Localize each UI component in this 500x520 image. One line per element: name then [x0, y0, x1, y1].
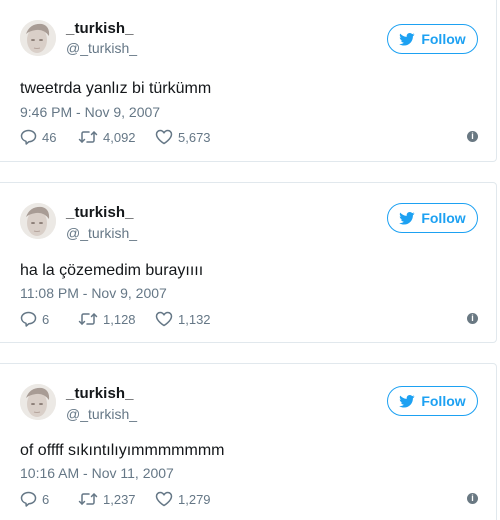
- tweet-actions: 6 1,128 1,132 i: [20, 311, 478, 331]
- info-icon[interactable]: i: [467, 493, 478, 504]
- heart-icon: [155, 311, 173, 327]
- follow-label: Follow: [421, 210, 466, 226]
- user-handle[interactable]: @_turkish_: [66, 406, 137, 422]
- reply-count: 6: [42, 491, 50, 507]
- follow-button[interactable]: Follow: [387, 24, 478, 54]
- retweet-icon: [78, 491, 98, 507]
- display-name[interactable]: _turkish_: [66, 20, 134, 37]
- reply-button[interactable]: 6: [20, 491, 49, 507]
- follow-label: Follow: [421, 31, 466, 47]
- like-button[interactable]: 1,279: [155, 491, 211, 507]
- tweet-card[interactable]: _turkish_ @_turkish_ Follow of offff sık…: [0, 363, 497, 520]
- reply-button[interactable]: 46: [20, 129, 56, 145]
- retweet-icon: [78, 129, 98, 145]
- heart-icon: [155, 491, 173, 507]
- retweet-count: 4,092: [103, 129, 136, 145]
- follow-label: Follow: [421, 393, 466, 409]
- avatar[interactable]: [20, 384, 56, 420]
- like-count: 1,279: [178, 491, 211, 507]
- retweet-count: 1,237: [103, 491, 136, 507]
- follow-button[interactable]: Follow: [387, 386, 478, 416]
- tweet-card[interactable]: _turkish_ @_turkish_ Follow tweetrda yan…: [0, 0, 497, 162]
- like-button[interactable]: 5,673: [155, 129, 211, 145]
- reply-button[interactable]: 6: [20, 311, 49, 327]
- reply-bubble-icon: [20, 491, 37, 507]
- avatar[interactable]: [20, 203, 56, 239]
- tweet-actions: 6 1,237 1,279 i: [20, 491, 478, 511]
- retweet-icon: [78, 311, 98, 327]
- avatar[interactable]: [20, 20, 56, 56]
- reply-bubble-icon: [20, 129, 37, 145]
- retweet-button[interactable]: 4,092: [78, 129, 136, 145]
- tweet-feed: _turkish_ @_turkish_ Follow tweetrda yan…: [0, 0, 500, 520]
- reply-bubble-icon: [20, 311, 37, 327]
- info-icon[interactable]: i: [467, 131, 478, 142]
- tweet-actions: 46 4,092 5,673 i: [20, 129, 478, 149]
- retweet-count: 1,128: [103, 311, 136, 327]
- twitter-bird-icon: [399, 394, 415, 408]
- tweet-text: of offff sıkıntılıyımmmmmmm: [20, 442, 225, 459]
- twitter-bird-icon: [399, 32, 415, 46]
- user-handle[interactable]: @_turkish_: [66, 40, 137, 56]
- retweet-button[interactable]: 1,237: [78, 491, 136, 507]
- display-name[interactable]: _turkish_: [66, 204, 134, 221]
- tweet-timestamp[interactable]: 9:46 PM - Nov 9, 2007: [20, 104, 160, 120]
- like-count: 5,673: [178, 129, 211, 145]
- reply-count: 6: [42, 311, 50, 327]
- info-icon[interactable]: i: [467, 313, 478, 324]
- tweet-timestamp[interactable]: 10:16 AM - Nov 11, 2007: [20, 465, 174, 481]
- tweet-text: tweetrda yanlız bi türkümm: [20, 80, 212, 97]
- like-button[interactable]: 1,132: [155, 311, 211, 327]
- tweet-timestamp[interactable]: 11:08 PM - Nov 9, 2007: [20, 285, 167, 301]
- twitter-bird-icon: [399, 211, 415, 225]
- tweet-card[interactable]: _turkish_ @_turkish_ Follow ha la çözeme…: [0, 182, 497, 343]
- follow-button[interactable]: Follow: [387, 203, 478, 233]
- tweet-text: ha la çözemedim burayıııı: [20, 262, 204, 279]
- retweet-button[interactable]: 1,128: [78, 311, 136, 327]
- heart-icon: [155, 129, 173, 145]
- reply-count: 46: [42, 129, 57, 145]
- user-handle[interactable]: @_turkish_: [66, 225, 137, 241]
- like-count: 1,132: [178, 311, 211, 327]
- display-name[interactable]: _turkish_: [66, 385, 134, 402]
